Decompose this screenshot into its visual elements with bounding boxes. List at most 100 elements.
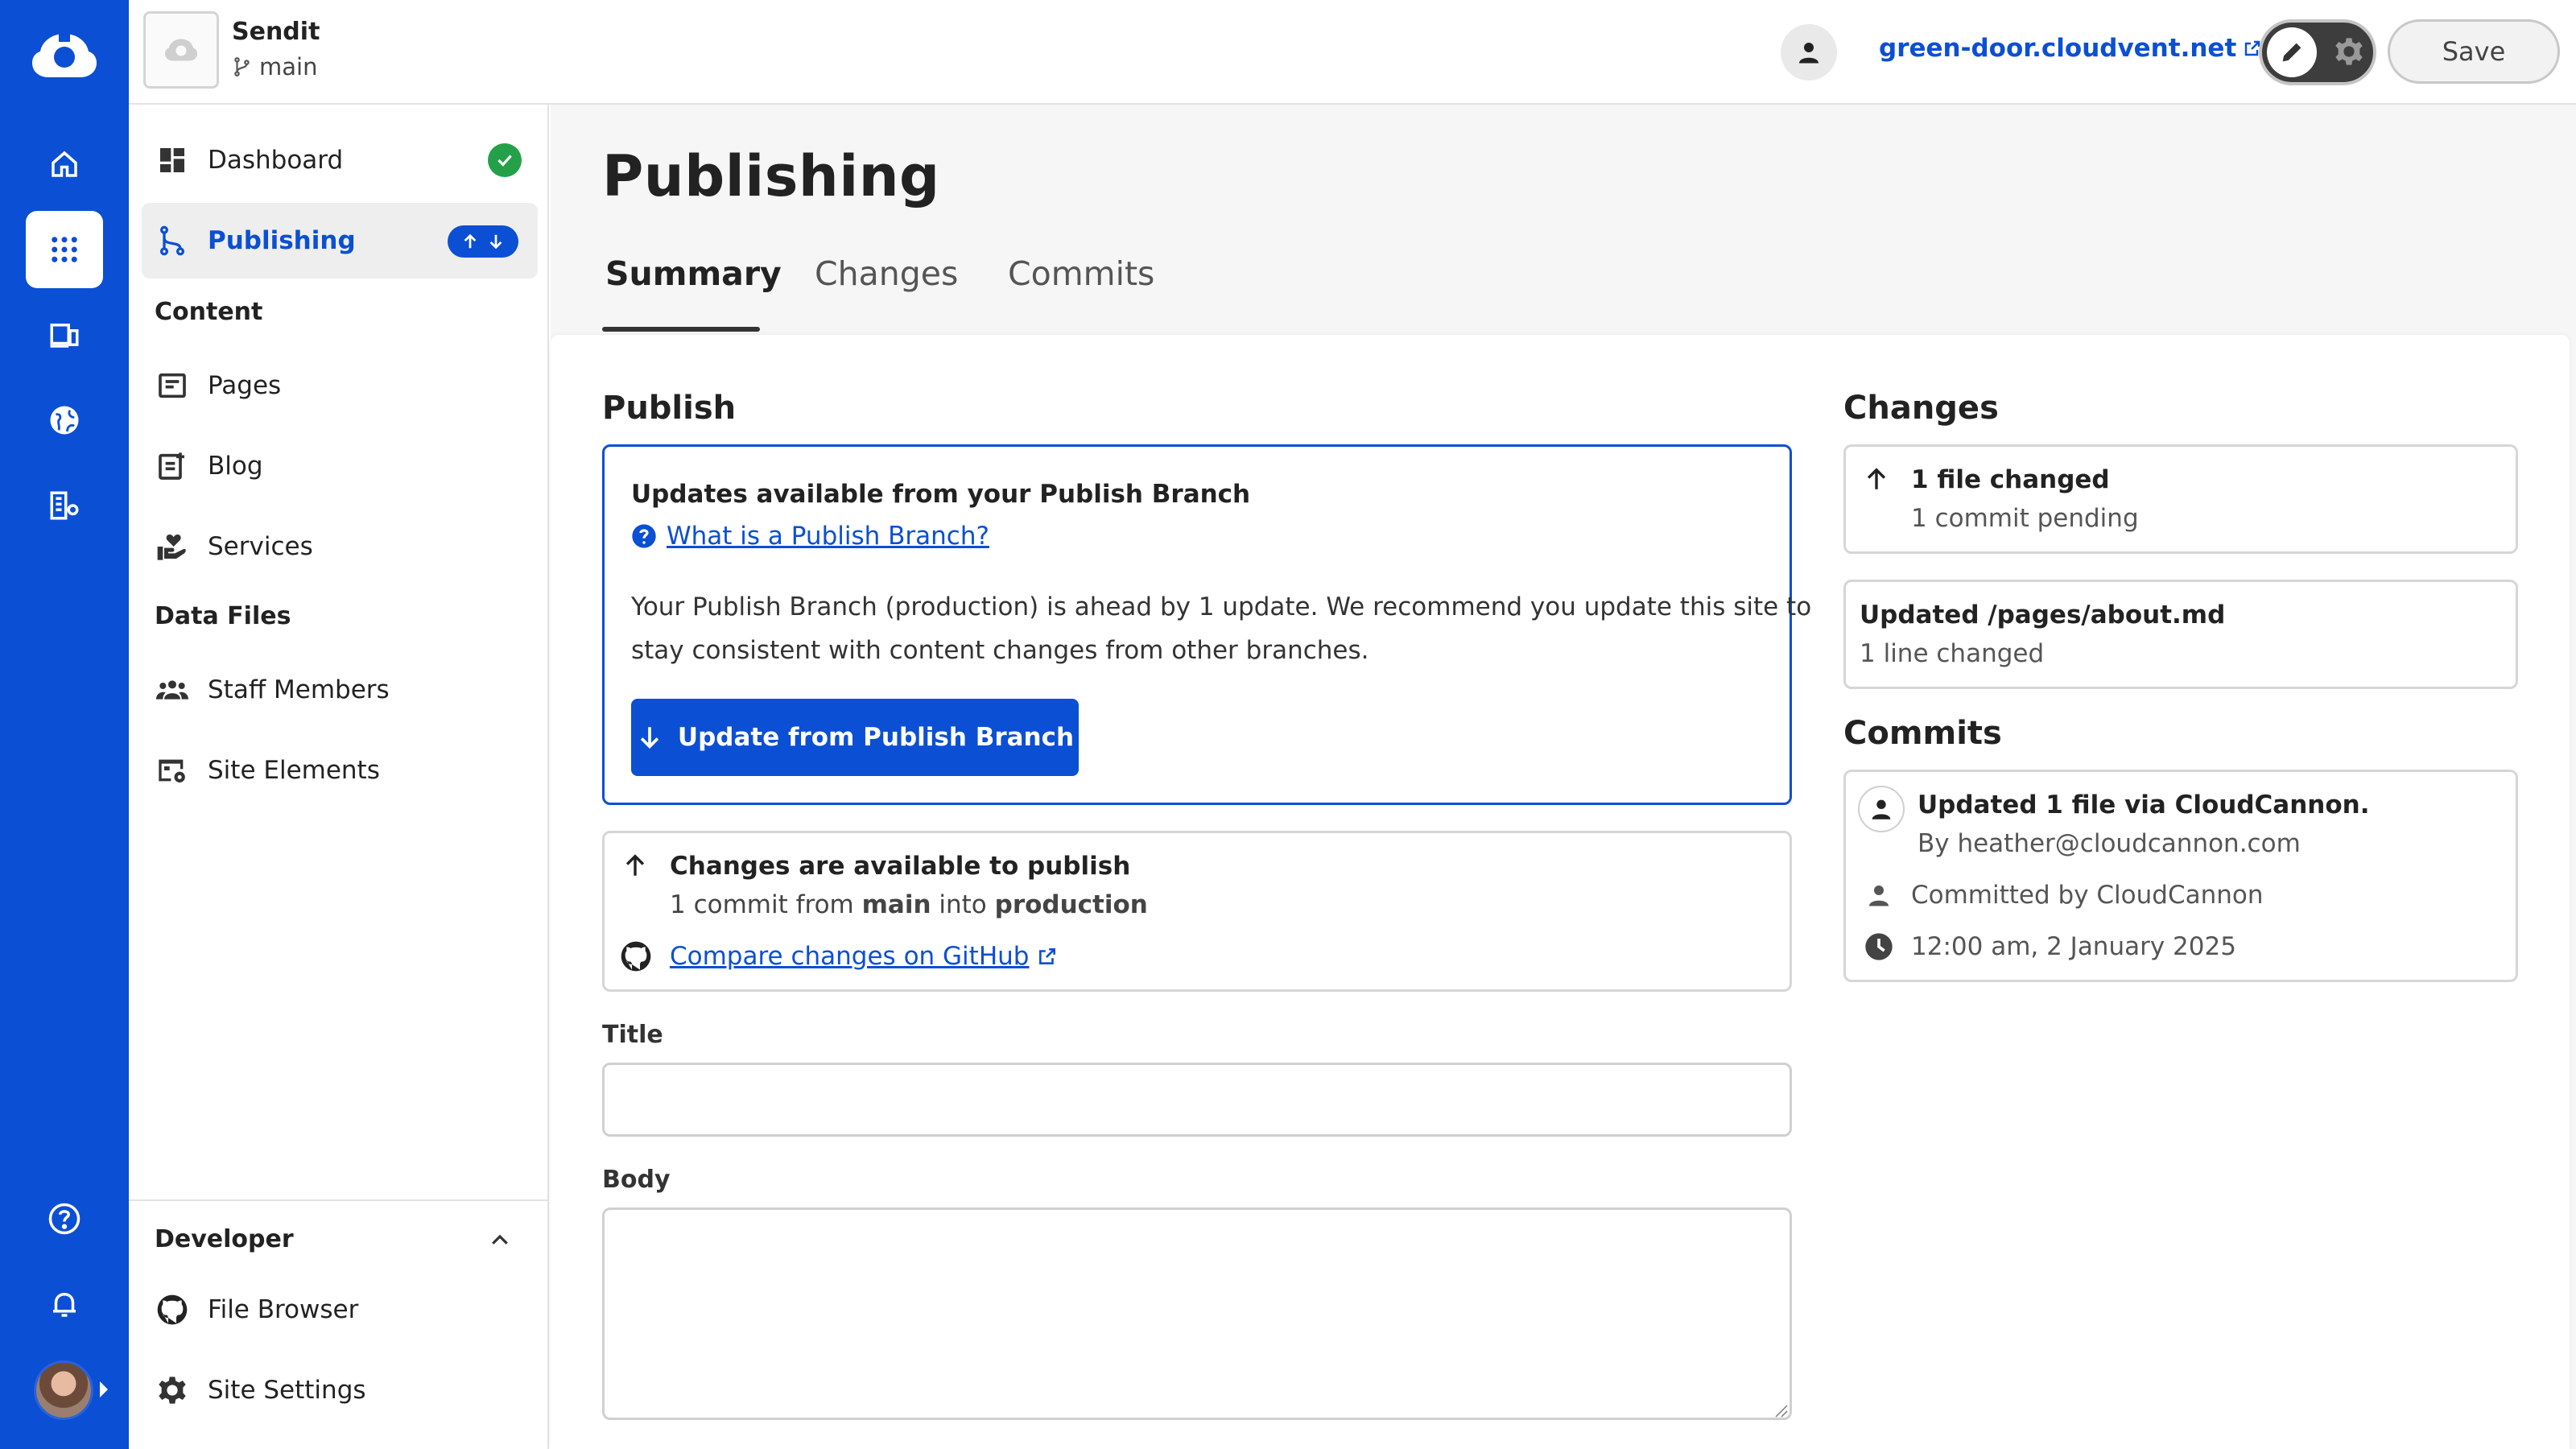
changed-file-card[interactable] xyxy=(1843,580,2518,689)
branch-indicator[interactable]: main xyxy=(232,53,317,80)
arrow-down-icon xyxy=(640,727,659,749)
site-url-text: green-door.cloudvent.net xyxy=(1879,34,2237,63)
sidebar-item-site-settings[interactable]: Site Settings xyxy=(142,1352,538,1428)
gear-icon xyxy=(2335,38,2363,65)
sidebar-item-services[interactable]: Services xyxy=(142,509,538,584)
title-input[interactable] xyxy=(602,1063,1792,1137)
commit-author: By heather@cloudcannon.com xyxy=(1918,829,2301,858)
resize-grip-icon[interactable] xyxy=(1773,1402,1789,1418)
sidebar-item-label: Services xyxy=(208,532,313,561)
body-label: Body xyxy=(602,1166,671,1194)
sidebar-item-staff-members[interactable]: Staff Members xyxy=(142,652,538,728)
changes-heading: Changes xyxy=(1843,390,1999,427)
arrow-up-icon xyxy=(464,233,477,249)
home-icon[interactable] xyxy=(26,126,103,203)
publish-branch-help-link[interactable]: What is a Publish Branch? xyxy=(631,522,989,551)
check-icon xyxy=(488,143,522,177)
person-icon xyxy=(1869,886,1889,906)
sidebar-item-label: Staff Members xyxy=(208,675,390,704)
sidebar-item-label: Dashboard xyxy=(208,146,344,175)
notice-body-line-2: stay consistent with content changes fro… xyxy=(631,636,1369,665)
blog-post-icon xyxy=(155,448,190,484)
update-button-label: Update from Publish Branch xyxy=(677,723,1075,752)
commit-prefix: 1 commit from xyxy=(670,890,854,919)
notice-body-line-1: Your Publish Branch (production) is ahea… xyxy=(631,592,1812,621)
changed-file-detail: 1 line changed xyxy=(1860,639,2045,668)
person-icon xyxy=(1799,43,1818,64)
chevron-up-icon[interactable] xyxy=(488,1228,512,1253)
from-branch: main xyxy=(861,890,931,919)
changed-file-title: Updated /pages/about.md xyxy=(1860,601,2226,630)
github-icon xyxy=(155,1292,190,1327)
cloudcannon-logo[interactable] xyxy=(32,31,97,80)
github-link-text: Compare changes on GitHub xyxy=(670,942,1030,971)
help-link-text: What is a Publish Branch? xyxy=(667,522,989,551)
help-icon[interactable] xyxy=(26,1180,103,1257)
avatar[interactable] xyxy=(34,1360,93,1420)
publishing-branch-icon xyxy=(155,223,190,258)
tab-changes[interactable]: Changes xyxy=(815,254,958,293)
dashboard-icon xyxy=(155,142,190,178)
app-rail xyxy=(0,0,129,1449)
sidebar-item-site-elements[interactable]: Site Elements xyxy=(142,733,538,808)
pencil-icon xyxy=(2267,27,2317,77)
commit-author-avatar xyxy=(1858,786,1905,832)
branch-name: main xyxy=(259,53,318,80)
files-changed-count: 1 file changed xyxy=(1911,465,2110,494)
compare-on-github-link[interactable]: Compare changes on GitHub xyxy=(670,942,1058,971)
people-group-icon xyxy=(155,672,190,708)
section-heading-developer[interactable]: Developer xyxy=(155,1225,294,1253)
gear-icon xyxy=(155,1373,190,1408)
site-thumbnail[interactable] xyxy=(143,11,219,89)
arrow-up-icon xyxy=(625,854,645,876)
globe-icon[interactable] xyxy=(26,382,103,459)
update-from-publish-branch-button[interactable]: Update from Publish Branch xyxy=(631,699,1079,776)
arrow-up-icon xyxy=(1867,468,1886,489)
divider xyxy=(129,1199,547,1201)
commit-message: Updated 1 file via CloudCannon. xyxy=(1918,791,2370,819)
title-label: Title xyxy=(602,1021,663,1049)
edit-mode-toggle[interactable] xyxy=(2259,19,2376,85)
into-word: into xyxy=(939,890,987,919)
building-settings-icon[interactable] xyxy=(26,467,103,544)
sidebar: Dashboard Publishing Content Pages Blog … xyxy=(129,105,549,1449)
help-circle-icon xyxy=(632,524,656,548)
github-icon xyxy=(621,941,651,972)
commits-heading: Commits xyxy=(1843,715,2002,752)
body-textarea[interactable] xyxy=(602,1208,1792,1420)
site-logo-icon xyxy=(165,39,197,61)
sidebar-item-pages[interactable]: Pages xyxy=(142,348,538,423)
tab-commits[interactable]: Commits xyxy=(1008,254,1154,293)
sidebar-item-label: Pages xyxy=(208,371,282,400)
save-button[interactable]: Save xyxy=(2388,19,2560,84)
committed-by: Committed by CloudCannon xyxy=(1911,881,2264,910)
sidebar-item-publishing[interactable]: Publishing xyxy=(142,203,538,279)
settings-panel-icon xyxy=(155,753,190,788)
devices-icon[interactable] xyxy=(26,296,103,374)
person-icon xyxy=(1872,799,1891,819)
sidebar-item-file-browser[interactable]: File Browser xyxy=(142,1272,538,1348)
page-title: Publishing xyxy=(602,143,940,209)
sidebar-item-dashboard[interactable]: Dashboard xyxy=(142,122,538,198)
bell-icon[interactable] xyxy=(26,1265,103,1343)
changes-summary-card[interactable] xyxy=(1843,444,2518,554)
arrow-down-icon xyxy=(489,234,502,250)
changes-available-title: Changes are available to publish xyxy=(670,852,1131,881)
external-link-icon xyxy=(1039,948,1056,964)
sync-status-badge xyxy=(448,225,518,258)
active-tab-indicator xyxy=(602,327,760,332)
section-heading-content: Content xyxy=(155,298,263,326)
sidebar-item-blog[interactable]: Blog xyxy=(142,428,538,504)
page-icon xyxy=(155,368,190,403)
sidebar-item-label: File Browser xyxy=(208,1295,359,1324)
publish-heading: Publish xyxy=(602,390,737,427)
sidebar-item-label: Blog xyxy=(208,452,263,481)
clock-icon xyxy=(1865,933,1893,960)
account-button[interactable] xyxy=(1781,24,1837,80)
avatar-menu-caret-icon[interactable] xyxy=(100,1381,108,1397)
apps-grid-icon[interactable] xyxy=(26,211,103,288)
to-branch: production xyxy=(994,890,1148,919)
site-name[interactable]: Sendit xyxy=(232,18,320,46)
tab-summary[interactable]: Summary xyxy=(605,254,782,293)
site-url-link[interactable]: green-door.cloudvent.net xyxy=(1879,34,2262,63)
